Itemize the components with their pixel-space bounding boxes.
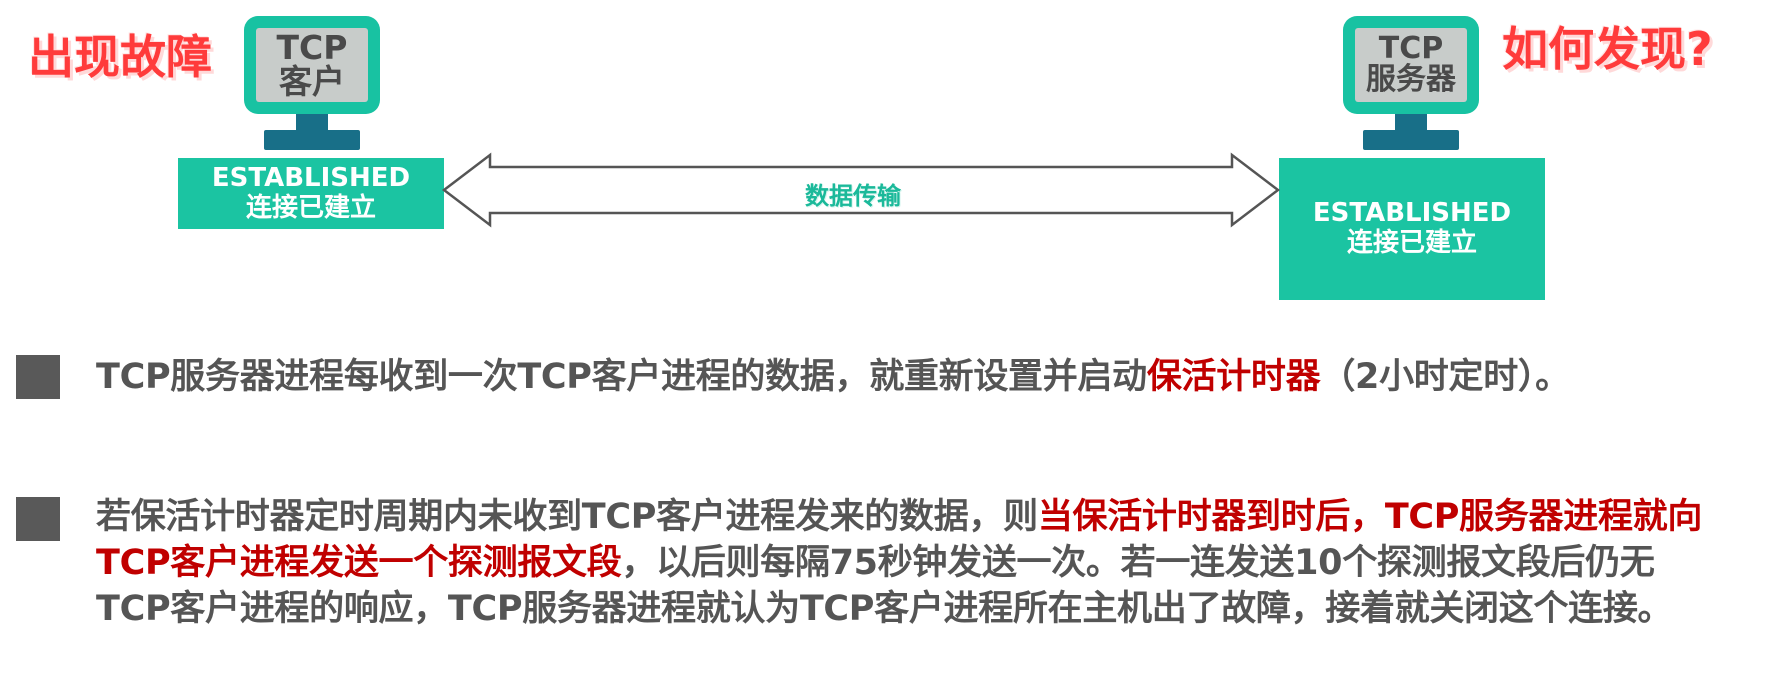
client-state-line2: 连接已建立	[245, 192, 376, 223]
client-state-line1: ESTABLISHED	[211, 162, 411, 193]
how-detect-callout: 如何发现?	[1502, 22, 1713, 76]
bullet-2-text-a: 若保活计时器定时周期内未收到TCP客户进程发来的数据，则	[96, 497, 1038, 537]
server-monitor-base	[1363, 130, 1459, 150]
fault-callout: 出现故障	[28, 30, 212, 84]
server-screen-line2: 服务器	[1366, 62, 1456, 97]
client-screen-line2: 客户	[279, 62, 345, 101]
server-monitor: TCP 服务器	[1343, 16, 1479, 114]
data-transfer-label: 数据传输	[805, 182, 901, 210]
server-state-line2: 连接已建立	[1346, 228, 1477, 258]
server-established-box: ESTABLISHED 连接已建立	[1279, 158, 1545, 300]
bullet-1-text-a: TCP服务器进程每收到一次TCP客户进程的数据，就重新设置并启动	[96, 357, 1147, 397]
client-established-box: ESTABLISHED 连接已建立	[178, 158, 444, 229]
server-screen-line1: TCP	[1378, 31, 1444, 67]
bullet-1-text-b: （2小时定时）。	[1320, 357, 1570, 397]
server-state-line1: ESTABLISHED	[1312, 198, 1512, 229]
bullet-1-highlight: 保活计时器	[1146, 357, 1321, 397]
client-screen: TCP 客户	[256, 28, 368, 102]
client-screen-line1: TCP	[276, 28, 348, 68]
bullet-square-2	[16, 497, 60, 541]
bullet-square-1	[16, 355, 60, 399]
client-monitor-base	[264, 130, 360, 150]
bullet-1-paragraph: TCP服务器进程每收到一次TCP客户进程的数据，就重新设置并启动保活计时器（2小…	[96, 354, 1786, 400]
bullet-2-paragraph: 若保活计时器定时周期内未收到TCP客户进程发来的数据，则当保活计时器到时后，TC…	[96, 494, 1716, 632]
client-monitor-neck	[296, 114, 328, 130]
server-monitor-neck	[1395, 114, 1427, 130]
tcp-server-computer-icon: TCP 服务器	[1343, 16, 1479, 151]
tcp-client-computer-icon: TCP 客户	[244, 16, 380, 151]
client-monitor: TCP 客户	[244, 16, 380, 114]
server-screen: TCP 服务器	[1355, 28, 1467, 102]
